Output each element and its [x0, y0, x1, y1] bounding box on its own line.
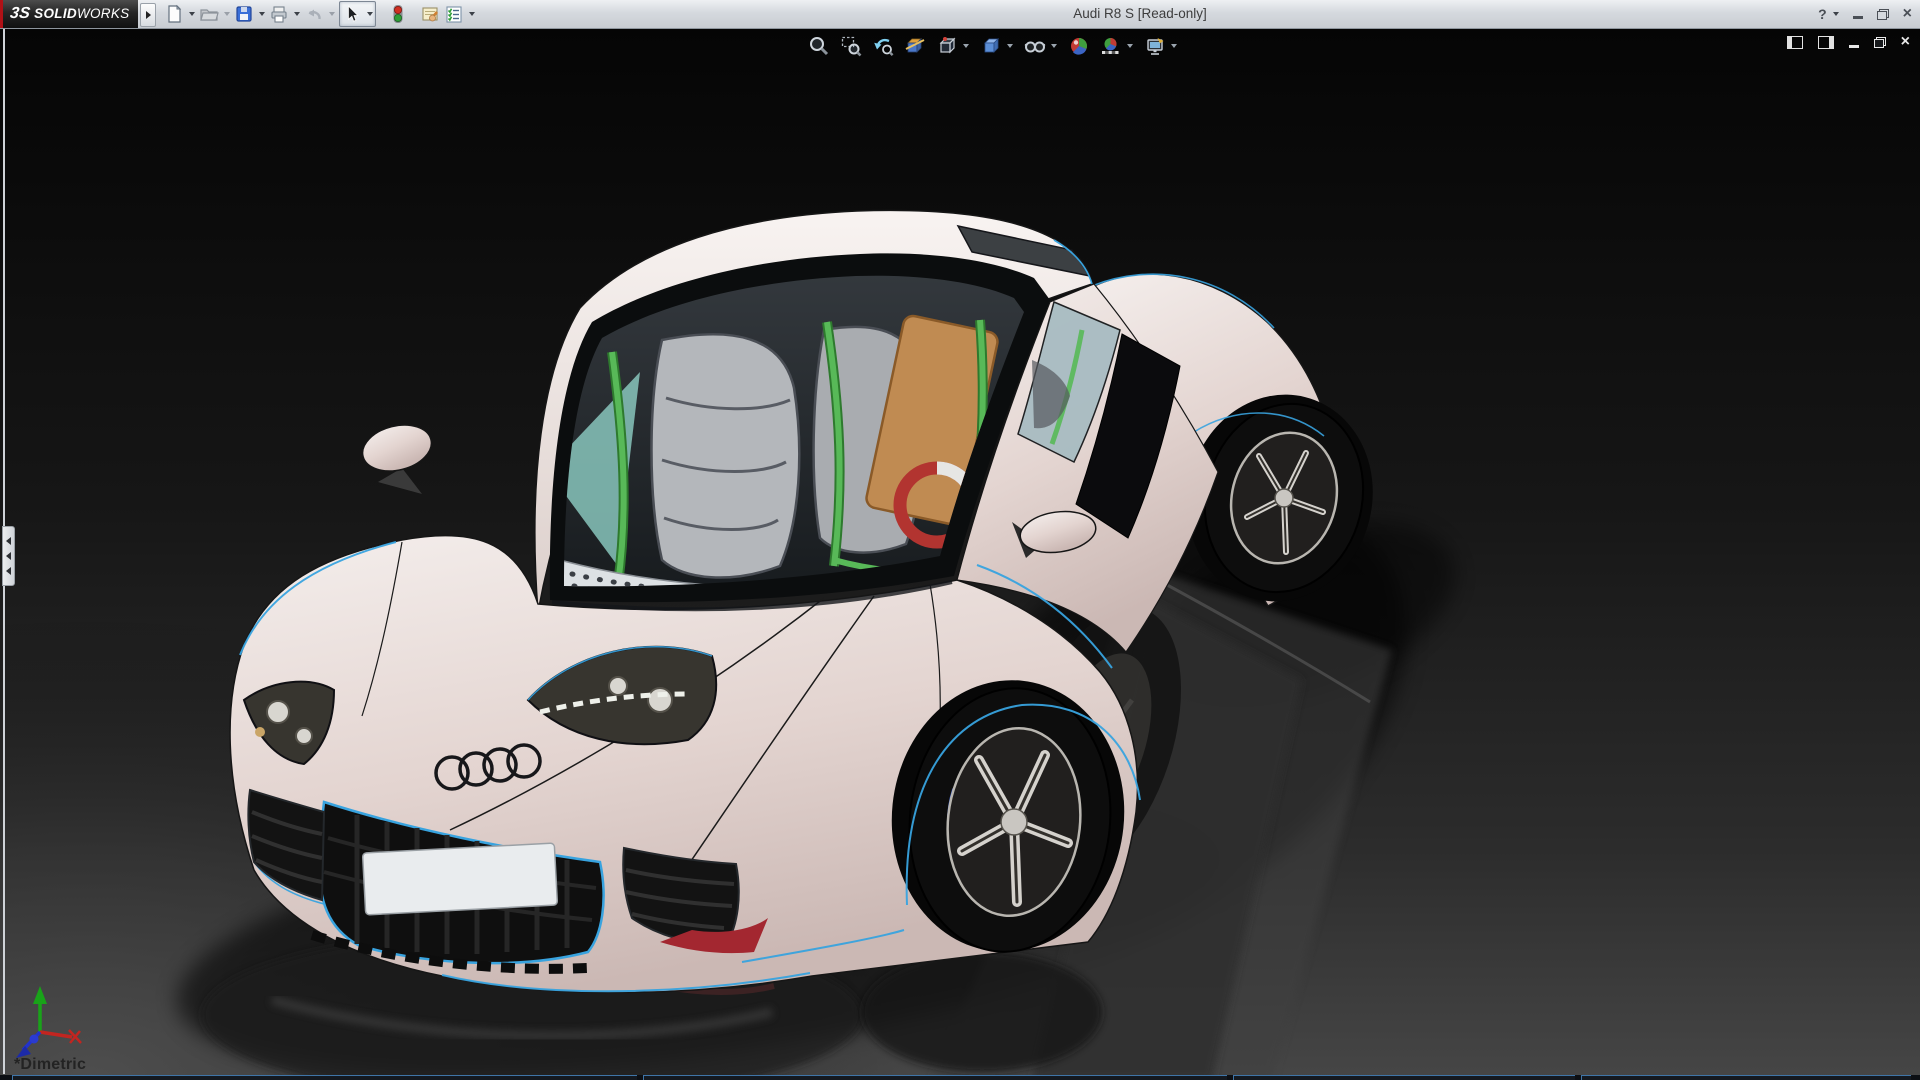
- open-folder-icon: [200, 9, 219, 21]
- logo-red-strip: [0, 0, 3, 28]
- logo-mark: 3S: [8, 5, 32, 22]
- main-toolbar: [162, 1, 477, 27]
- select-tool-button[interactable]: [340, 2, 364, 26]
- notepad-button[interactable]: [418, 2, 442, 26]
- feature-manager-collapse-tab[interactable]: [2, 526, 15, 586]
- eyeglasses-icon: [1024, 41, 1046, 53]
- restore-icon: [1873, 36, 1886, 48]
- checklist-button[interactable]: [442, 2, 466, 26]
- new-document-button[interactable]: [162, 2, 186, 26]
- undo-icon: [308, 9, 321, 20]
- collapse-arrow-icon: [6, 537, 11, 545]
- checklist-dropdown[interactable]: [466, 2, 477, 26]
- display-style-icon: [984, 38, 999, 53]
- apply-scene-icon: [1102, 37, 1119, 54]
- document-title: Audi R8 S [Read-only]: [1073, 6, 1207, 21]
- save-floppy-icon: [236, 6, 252, 22]
- zoom-to-area-icon: [841, 36, 862, 57]
- undo-button[interactable]: [302, 2, 326, 26]
- collapse-arrow-icon: [6, 567, 11, 575]
- zoom-to-area-button[interactable]: [838, 33, 864, 59]
- solidworks-logo: 3S SOLIDWORKS: [0, 0, 138, 28]
- pane-toggle-left-button[interactable]: [1786, 35, 1803, 49]
- new-document-icon: [168, 4, 182, 23]
- select-cursor-icon: [347, 5, 360, 22]
- view-orientation-label: *Dimetric: [14, 1056, 87, 1073]
- traffic-light-button[interactable]: [386, 2, 410, 26]
- print-dropdown[interactable]: [291, 2, 302, 26]
- bottom-cutoff-strip: [0, 1075, 1920, 1080]
- checklist-icon: [446, 6, 462, 23]
- select-tool-group: [339, 1, 376, 27]
- open-dropdown[interactable]: [221, 2, 232, 26]
- doc-restore-button[interactable]: [1873, 36, 1886, 48]
- view-settings-icon: [1147, 38, 1164, 55]
- pane-left-icon: [1786, 35, 1803, 49]
- save-button[interactable]: [232, 2, 256, 26]
- heads-up-view-toolbar: [806, 32, 1180, 60]
- restore-button[interactable]: [1876, 8, 1889, 20]
- view-orientation-dropdown[interactable]: [960, 33, 972, 59]
- menu-flyout-button[interactable]: [140, 3, 156, 27]
- hide-show-items-dropdown[interactable]: [1048, 33, 1060, 59]
- view-orientation-icon: [939, 37, 956, 54]
- traffic-light-icon: [393, 5, 403, 23]
- section-view-button[interactable]: [902, 33, 928, 59]
- previous-view-icon: [874, 38, 894, 56]
- pane-toggle-right-button[interactable]: [1817, 35, 1834, 49]
- apply-scene-button[interactable]: [1098, 33, 1124, 59]
- save-dropdown[interactable]: [256, 2, 267, 26]
- new-document-dropdown[interactable]: [186, 2, 197, 26]
- open-button[interactable]: [197, 2, 221, 26]
- flyout-arrow-icon: [145, 11, 151, 19]
- 3d-scene[interactable]: [0, 28, 1920, 1080]
- help-dropdown[interactable]: [1832, 12, 1839, 16]
- print-icon: [271, 6, 287, 23]
- view-settings-button[interactable]: [1142, 33, 1168, 59]
- previous-view-button[interactable]: [870, 33, 896, 59]
- window-controls: ? ×: [1818, 0, 1912, 28]
- edit-appearance-button[interactable]: [1066, 33, 1092, 59]
- minimize-button[interactable]: [1852, 9, 1863, 19]
- minimize-icon: [1848, 44, 1859, 48]
- graphics-viewport[interactable]: × *Dimetric: [0, 28, 1920, 1080]
- doc-minimize-button[interactable]: [1848, 37, 1859, 48]
- appearance-sphere-icon: [1071, 38, 1087, 55]
- view-settings-dropdown[interactable]: [1168, 33, 1180, 59]
- help-button[interactable]: ?: [1818, 6, 1827, 22]
- apply-scene-dropdown[interactable]: [1124, 33, 1136, 59]
- titlebar: 3S SOLIDWORKS Audi R8 S [Read-only] ? ×: [0, 0, 1920, 29]
- display-style-dropdown[interactable]: [1004, 33, 1016, 59]
- collapse-arrow-icon: [6, 552, 11, 560]
- doc-close-button[interactable]: ×: [1901, 34, 1910, 50]
- print-button[interactable]: [267, 2, 291, 26]
- document-window-controls: ×: [1786, 34, 1910, 50]
- hide-show-items-button[interactable]: [1022, 33, 1048, 59]
- y-axis-arrow: [33, 986, 47, 1004]
- pane-right-icon: [1817, 35, 1834, 49]
- notepad-icon: [422, 7, 438, 22]
- select-tool-dropdown[interactable]: [364, 2, 375, 26]
- close-button[interactable]: ×: [1903, 6, 1912, 22]
- logo-text: 3S SOLIDWORKS: [8, 5, 130, 22]
- section-view-icon: [905, 38, 925, 53]
- zoom-to-fit-icon: [810, 37, 829, 56]
- license-plate: [361, 842, 559, 916]
- undo-dropdown[interactable]: [326, 2, 337, 26]
- zoom-to-fit-button[interactable]: [806, 33, 832, 59]
- view-orientation-button[interactable]: [934, 33, 960, 59]
- display-style-button[interactable]: [978, 33, 1004, 59]
